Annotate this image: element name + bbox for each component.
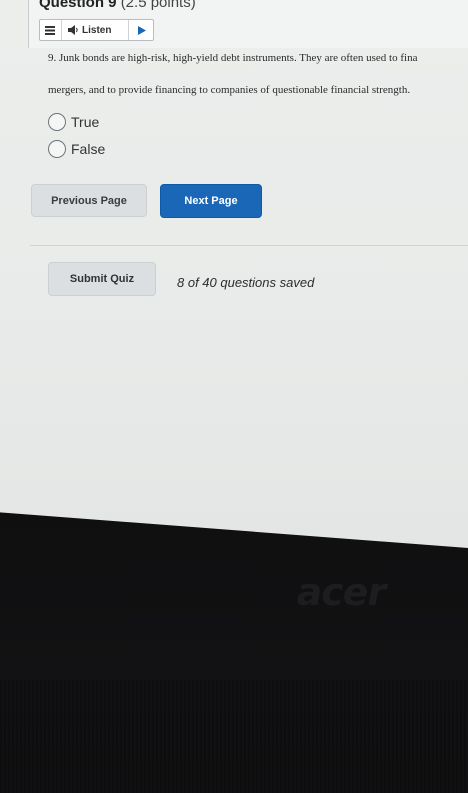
play-icon xyxy=(138,25,146,35)
previous-page-button[interactable]: Previous Page xyxy=(31,184,147,217)
question-text-line-1: 9. Junk bonds are high-risk, high-yield … xyxy=(48,52,418,64)
question-text: 9. Junk bonds are high-risk, high-yield … xyxy=(48,42,468,106)
question-number: Question 9 xyxy=(39,0,117,11)
menu-button[interactable] xyxy=(40,20,60,40)
radio-true[interactable] xyxy=(48,113,66,131)
question-title: Question 9 (2.5 points) xyxy=(39,0,196,11)
next-page-button[interactable]: Next Page xyxy=(160,184,262,218)
menu-icon xyxy=(45,25,55,35)
question-text-line-2: mergers, and to provide financing to com… xyxy=(48,84,411,96)
choice-true[interactable]: True xyxy=(48,111,168,133)
question-points: (2.5 points) xyxy=(120,0,196,11)
choice-false[interactable]: False xyxy=(48,138,168,160)
choice-false-label: False xyxy=(71,141,106,157)
laptop-logo: acer xyxy=(293,570,390,614)
listen-label: Listen xyxy=(82,24,112,36)
submit-quiz-button[interactable]: Submit Quiz xyxy=(48,262,156,296)
listen-button[interactable]: Listen xyxy=(61,20,129,40)
quiz-screen: Question 9 (2.5 points) Listen 9. Junk b… xyxy=(0,0,468,548)
play-button[interactable] xyxy=(132,20,152,40)
keyboard-area xyxy=(0,680,468,793)
question-header: Question 9 (2.5 points) Listen xyxy=(28,0,468,48)
saved-status: 8 of 40 questions saved xyxy=(177,275,315,290)
choice-true-label: True xyxy=(71,114,100,130)
divider xyxy=(30,245,468,246)
speaker-icon xyxy=(68,25,78,35)
readspeaker-toolbar: Listen xyxy=(39,19,154,41)
radio-false[interactable] xyxy=(48,140,66,158)
